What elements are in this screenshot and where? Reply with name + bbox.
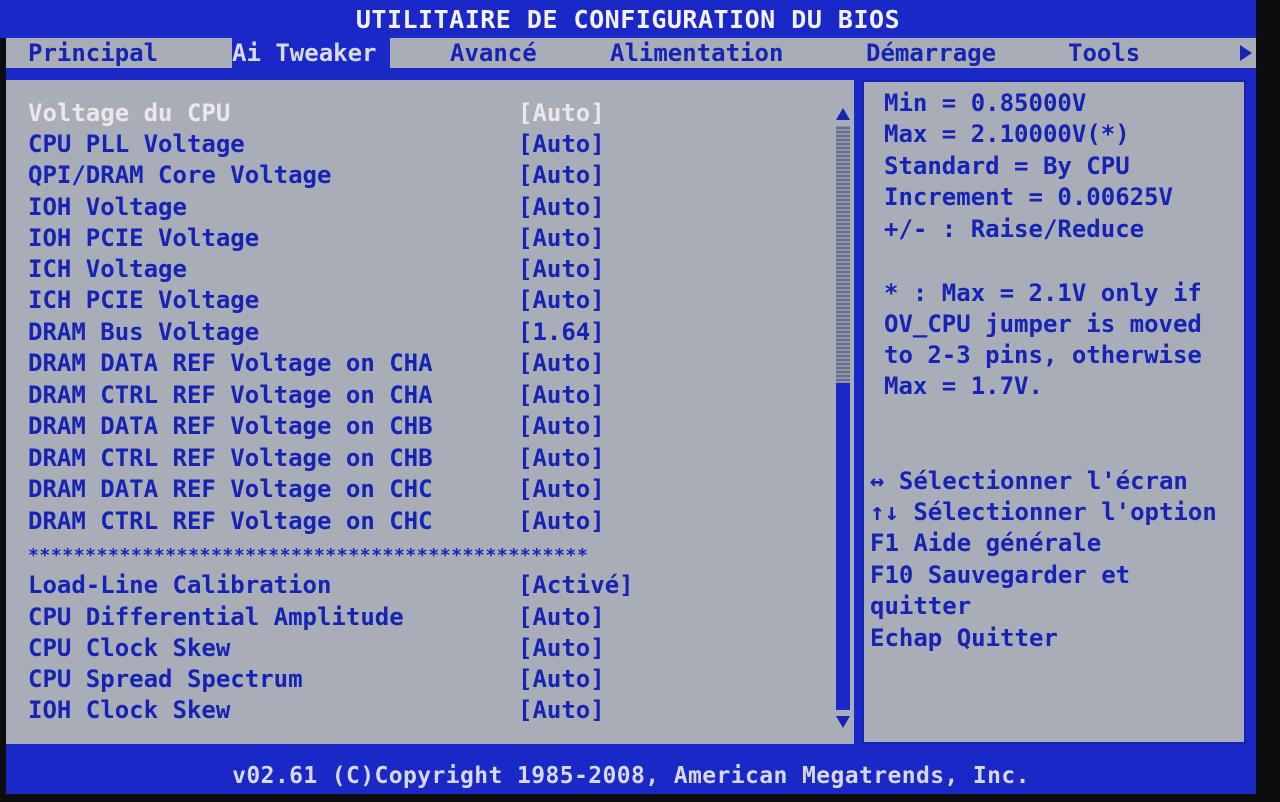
setting-value[interactable]: [Auto] (518, 285, 605, 316)
setting-label: CPU Spread Spectrum (28, 665, 303, 693)
help-key-line: quitter (870, 592, 972, 620)
setting-value[interactable]: [Auto] (518, 129, 605, 160)
scroll-thumb[interactable] (836, 126, 850, 383)
setting-label: DRAM CTRL REF Voltage on CHB (28, 444, 433, 472)
setting-value[interactable]: [Auto] (518, 633, 605, 664)
setting-label: QPI/DRAM Core Voltage (28, 161, 332, 189)
help-info-line: Standard = By CPU (884, 152, 1130, 180)
help-panel: Min = 0.85000V Max = 2.10000V(*) Standar… (862, 80, 1246, 744)
menu-bar: Principal Ai Tweaker Avancé Alimentation… (6, 38, 1256, 68)
scroll-up-arrow-icon[interactable] (836, 108, 850, 120)
setting-label: CPU Clock Skew (28, 634, 231, 662)
help-key-line: ↔ Sélectionner l'écran (870, 467, 1188, 495)
bios-title: UTILITAIRE DE CONFIGURATION DU BIOS (0, 0, 1256, 38)
setting-value[interactable]: [Auto] (518, 223, 605, 254)
bios-frame: Voltage du CPU [Auto] CPU PLL Voltage [A… (6, 68, 1256, 758)
help-key-line: F1 Aide générale (870, 529, 1102, 557)
setting-value[interactable]: [Auto] (518, 380, 605, 411)
setting-label: CPU Differential Amplitude (28, 603, 404, 631)
setting-value[interactable]: [Activé] (518, 570, 634, 601)
setting-value[interactable]: [Auto] (518, 348, 605, 379)
setting-value[interactable]: [Auto] (518, 506, 605, 537)
setting-label: DRAM Bus Voltage (28, 318, 260, 346)
setting-label: DRAM DATA REF Voltage on CHC (28, 475, 433, 503)
setting-label: IOH Clock Skew (28, 696, 231, 724)
setting-value[interactable]: [Auto] (518, 411, 605, 442)
setting-value[interactable]: [Auto] (518, 254, 605, 285)
setting-label: DRAM CTRL REF Voltage on CHA (28, 381, 433, 409)
tab-alimentation[interactable]: Alimentation (610, 38, 783, 68)
setting-value[interactable]: [Auto] (518, 443, 605, 474)
help-info-line: Max = 2.10000V(*) (884, 120, 1130, 148)
tab-ai-tweaker[interactable]: Ai Tweaker (232, 38, 390, 68)
help-note-line: to 2-3 pins, otherwise (884, 341, 1202, 369)
setting-label: CPU PLL Voltage (28, 130, 245, 158)
help-key-line: F10 Sauvegarder et (870, 561, 1131, 589)
help-info-line: Min = 0.85000V (884, 89, 1087, 117)
bios-screen: UTILITAIRE DE CONFIGURATION DU BIOS Prin… (0, 0, 1280, 802)
setting-label: ICH Voltage (28, 255, 187, 283)
setting-value[interactable]: [1.64] (518, 317, 605, 348)
help-info-line: +/- : Raise/Reduce (884, 215, 1145, 243)
setting-value[interactable]: [Auto] (518, 160, 605, 191)
setting-value[interactable]: [Auto] (518, 192, 605, 223)
setting-value[interactable]: [Auto] (518, 98, 605, 129)
scroll-track[interactable] (836, 126, 850, 710)
help-note-line: * : Max = 2.1V only if (884, 279, 1202, 307)
setting-value[interactable]: [Auto] (518, 474, 605, 505)
setting-label: DRAM DATA REF Voltage on CHA (28, 349, 433, 377)
setting-label: IOH Voltage (28, 193, 187, 221)
menu-scroll-right-icon[interactable] (1240, 45, 1252, 61)
tab-principal[interactable]: Principal (28, 38, 158, 68)
separator-line: ****************************************… (28, 545, 589, 566)
setting-label: IOH PCIE Voltage (28, 224, 260, 252)
setting-label: DRAM CTRL REF Voltage on CHC (28, 507, 433, 535)
help-info-line: Increment = 0.00625V (884, 183, 1173, 211)
tab-demarrage[interactable]: Démarrage (866, 38, 996, 68)
setting-label: Load-Line Calibration (28, 571, 332, 599)
settings-scrollbar[interactable] (834, 108, 852, 728)
help-note-line: Max = 1.7V. (884, 372, 1043, 400)
setting-value[interactable]: [Auto] (518, 664, 605, 695)
tab-tools[interactable]: Tools (1068, 38, 1140, 68)
copyright-footer: v02.61 (C)Copyright 1985-2008, American … (6, 758, 1256, 794)
settings-panel: Voltage du CPU [Auto] CPU PLL Voltage [A… (6, 80, 854, 744)
tab-avance[interactable]: Avancé (450, 38, 537, 68)
setting-label: Voltage du CPU (28, 99, 231, 127)
setting-value[interactable]: [Auto] (518, 602, 605, 633)
setting-value[interactable]: [Auto] (518, 695, 605, 726)
help-key-line: ↑↓ Sélectionner l'option (870, 498, 1217, 526)
setting-label: ICH PCIE Voltage (28, 286, 260, 314)
help-note-line: OV_CPU jumper is moved (884, 310, 1202, 338)
scroll-down-arrow-icon[interactable] (836, 716, 850, 728)
help-key-line: Echap Quitter (870, 624, 1058, 652)
setting-label: DRAM DATA REF Voltage on CHB (28, 412, 433, 440)
